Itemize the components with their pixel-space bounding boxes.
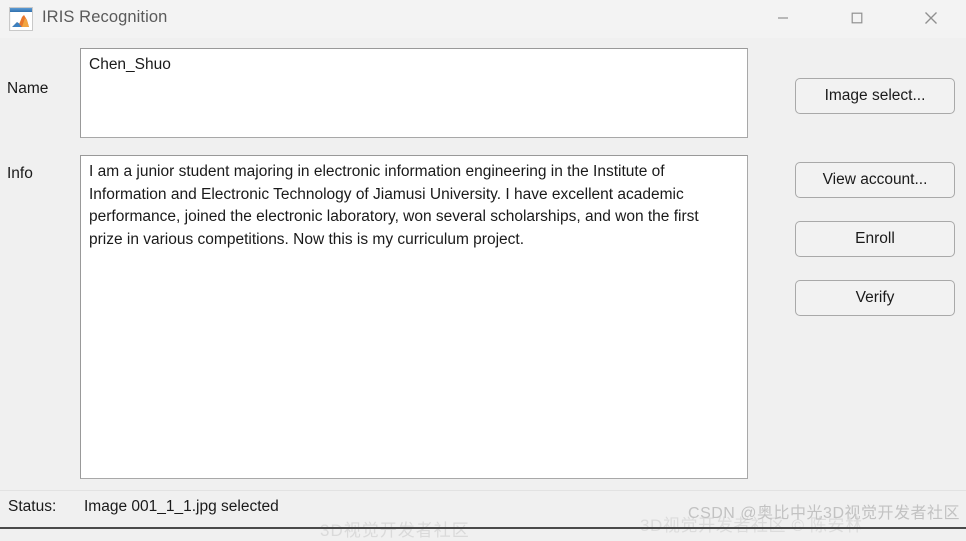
status-label: Status: xyxy=(8,498,57,515)
name-label: Name xyxy=(7,80,49,97)
close-button[interactable] xyxy=(908,3,954,33)
matlab-icon-glyph xyxy=(11,12,32,30)
name-input-value: Chen_Shuo xyxy=(89,56,171,73)
close-icon xyxy=(925,12,937,24)
minimize-button[interactable] xyxy=(760,3,806,33)
maximize-button[interactable] xyxy=(834,3,880,33)
info-textarea-value: I am a junior student majoring in electr… xyxy=(89,163,704,248)
name-input[interactable]: Chen_Shuo xyxy=(80,48,748,138)
iris-recognition-window: IRIS Recognition Name Chen_Shuo Info I a… xyxy=(0,0,966,540)
info-label: Info xyxy=(7,165,33,182)
view-account-button[interactable]: View account... xyxy=(795,162,955,198)
status-bar-separator xyxy=(0,490,966,491)
minimize-icon xyxy=(778,17,788,19)
title-bar: IRIS Recognition xyxy=(0,0,966,38)
maximize-icon xyxy=(851,12,863,24)
verify-button[interactable]: Verify xyxy=(795,280,955,316)
enroll-button[interactable]: Enroll xyxy=(795,221,955,257)
matlab-icon xyxy=(9,7,33,31)
watermark-csdn: CSDN @奥比中光3D视觉开发者社区 xyxy=(688,505,960,522)
image-select-button[interactable]: Image select... xyxy=(795,78,955,114)
status-value: Image 001_1_1.jpg selected xyxy=(84,498,279,515)
info-textarea[interactable]: I am a junior student majoring in electr… xyxy=(80,155,748,479)
window-title: IRIS Recognition xyxy=(42,8,168,26)
